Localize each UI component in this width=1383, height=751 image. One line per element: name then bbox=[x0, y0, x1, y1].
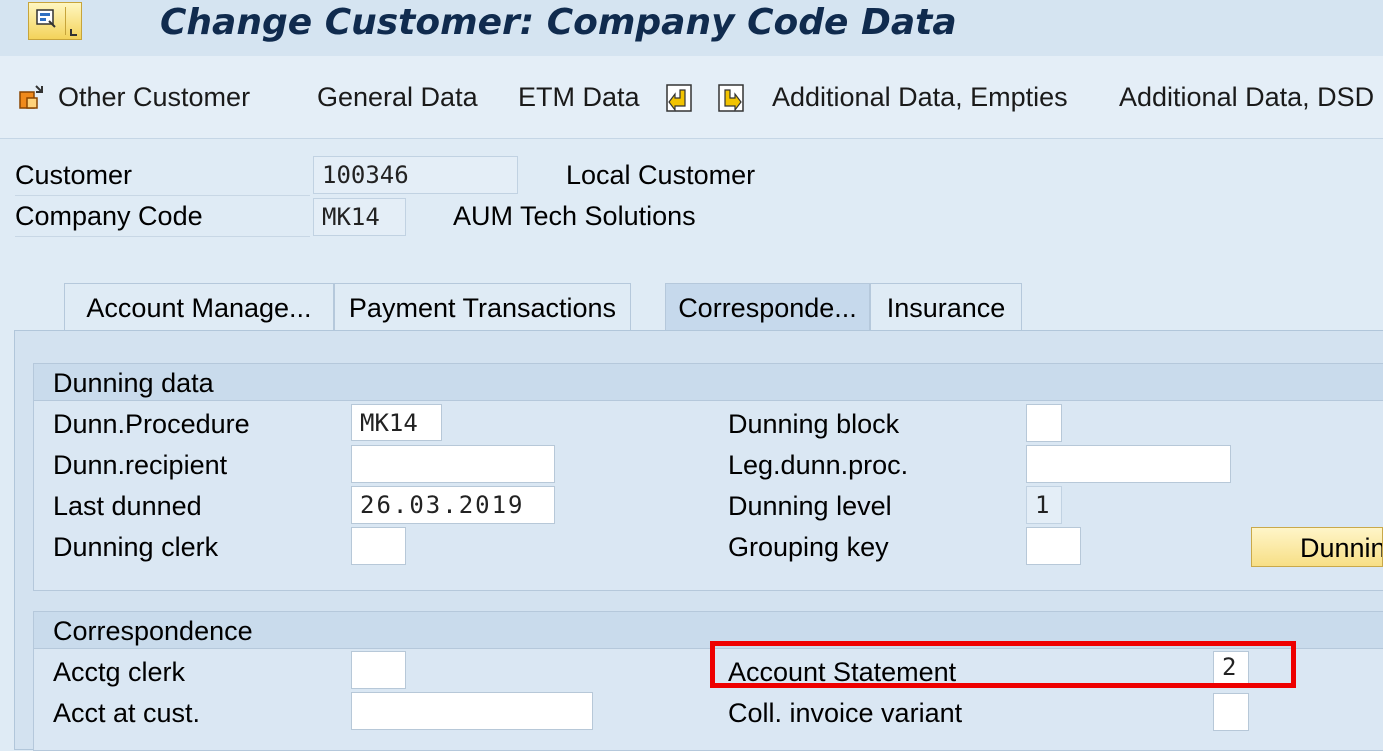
next-screen-icon[interactable] bbox=[718, 84, 744, 112]
other-customer-button[interactable]: Other Customer bbox=[58, 82, 250, 113]
last-dunned-label: Last dunned bbox=[53, 491, 202, 521]
customer-label: Customer bbox=[15, 160, 133, 190]
grouping-key-field[interactable] bbox=[1026, 527, 1081, 565]
dunning-level-label: Dunning level bbox=[728, 491, 892, 521]
company-code-description: AUM Tech Solutions bbox=[453, 201, 696, 231]
acct-at-cust-field[interactable] bbox=[351, 692, 593, 730]
system-menu-button[interactable] bbox=[28, 2, 82, 40]
dunn-recipient-field[interactable] bbox=[351, 445, 555, 483]
dunn-procedure-label: Dunn.Procedure bbox=[53, 409, 250, 439]
sap-menu-icon bbox=[36, 9, 56, 28]
dunning-data-heading: Dunning data bbox=[53, 368, 214, 398]
customer-description: Local Customer bbox=[566, 160, 756, 190]
tab-account-management[interactable]: Account Manage... bbox=[64, 283, 334, 331]
dunning-clerk-field[interactable] bbox=[351, 527, 406, 565]
coll-invoice-variant-label: Coll. invoice variant bbox=[728, 698, 963, 728]
acctg-clerk-field[interactable] bbox=[351, 651, 406, 689]
grouping-key-label: Grouping key bbox=[728, 532, 889, 562]
dunning-block-field[interactable] bbox=[1026, 404, 1062, 442]
tab-payment-transactions[interactable]: Payment Transactions bbox=[334, 283, 631, 331]
dunn-procedure-field[interactable]: MK14 bbox=[351, 404, 442, 441]
dunning-level-field[interactable]: 1 bbox=[1026, 486, 1062, 524]
etm-data-button[interactable]: ETM Data bbox=[518, 82, 640, 113]
customer-number-field[interactable]: 100346 bbox=[313, 156, 518, 194]
tab-insurance[interactable]: Insurance bbox=[870, 283, 1022, 331]
company-code-label: Company Code bbox=[15, 201, 203, 231]
dunning-areas-button[interactable]: Dunnin bbox=[1251, 527, 1383, 567]
legal-dunning-proc-field[interactable] bbox=[1026, 445, 1231, 483]
menu-separator bbox=[65, 7, 66, 35]
customer-label-underline bbox=[15, 195, 310, 196]
additional-data-empties-button[interactable]: Additional Data, Empties bbox=[772, 82, 1068, 113]
acct-at-cust-label: Acct at cust. bbox=[53, 698, 201, 728]
acctg-clerk-label: Acctg clerk bbox=[53, 657, 186, 687]
dunning-clerk-label: Dunning clerk bbox=[53, 532, 219, 562]
account-statement-highlight bbox=[710, 641, 1296, 688]
dunn-recipient-label: Dunn.recipient bbox=[53, 450, 228, 480]
expand-corner-icon bbox=[70, 29, 77, 36]
dunning-block-label: Dunning block bbox=[728, 409, 900, 439]
additional-data-dsd-button[interactable]: Additional Data, DSD bbox=[1119, 82, 1374, 113]
coll-invoice-variant-field[interactable] bbox=[1213, 693, 1249, 731]
company-code-field[interactable]: MK14 bbox=[313, 198, 406, 236]
last-dunned-field[interactable]: 26.03.2019 bbox=[351, 486, 555, 524]
other-customer-icon bbox=[19, 85, 43, 109]
legal-dunning-proc-label: Leg.dunn.proc. bbox=[728, 450, 909, 480]
correspondence-heading: Correspondence bbox=[53, 616, 253, 646]
tab-correspondence[interactable]: Corresponde... bbox=[665, 283, 870, 331]
previous-screen-icon[interactable] bbox=[666, 84, 692, 112]
dunning-data-header bbox=[34, 364, 1383, 401]
general-data-button[interactable]: General Data bbox=[317, 82, 478, 113]
company-code-label-underline bbox=[15, 236, 310, 237]
page-title: Change Customer: Company Code Data bbox=[160, 2, 957, 43]
